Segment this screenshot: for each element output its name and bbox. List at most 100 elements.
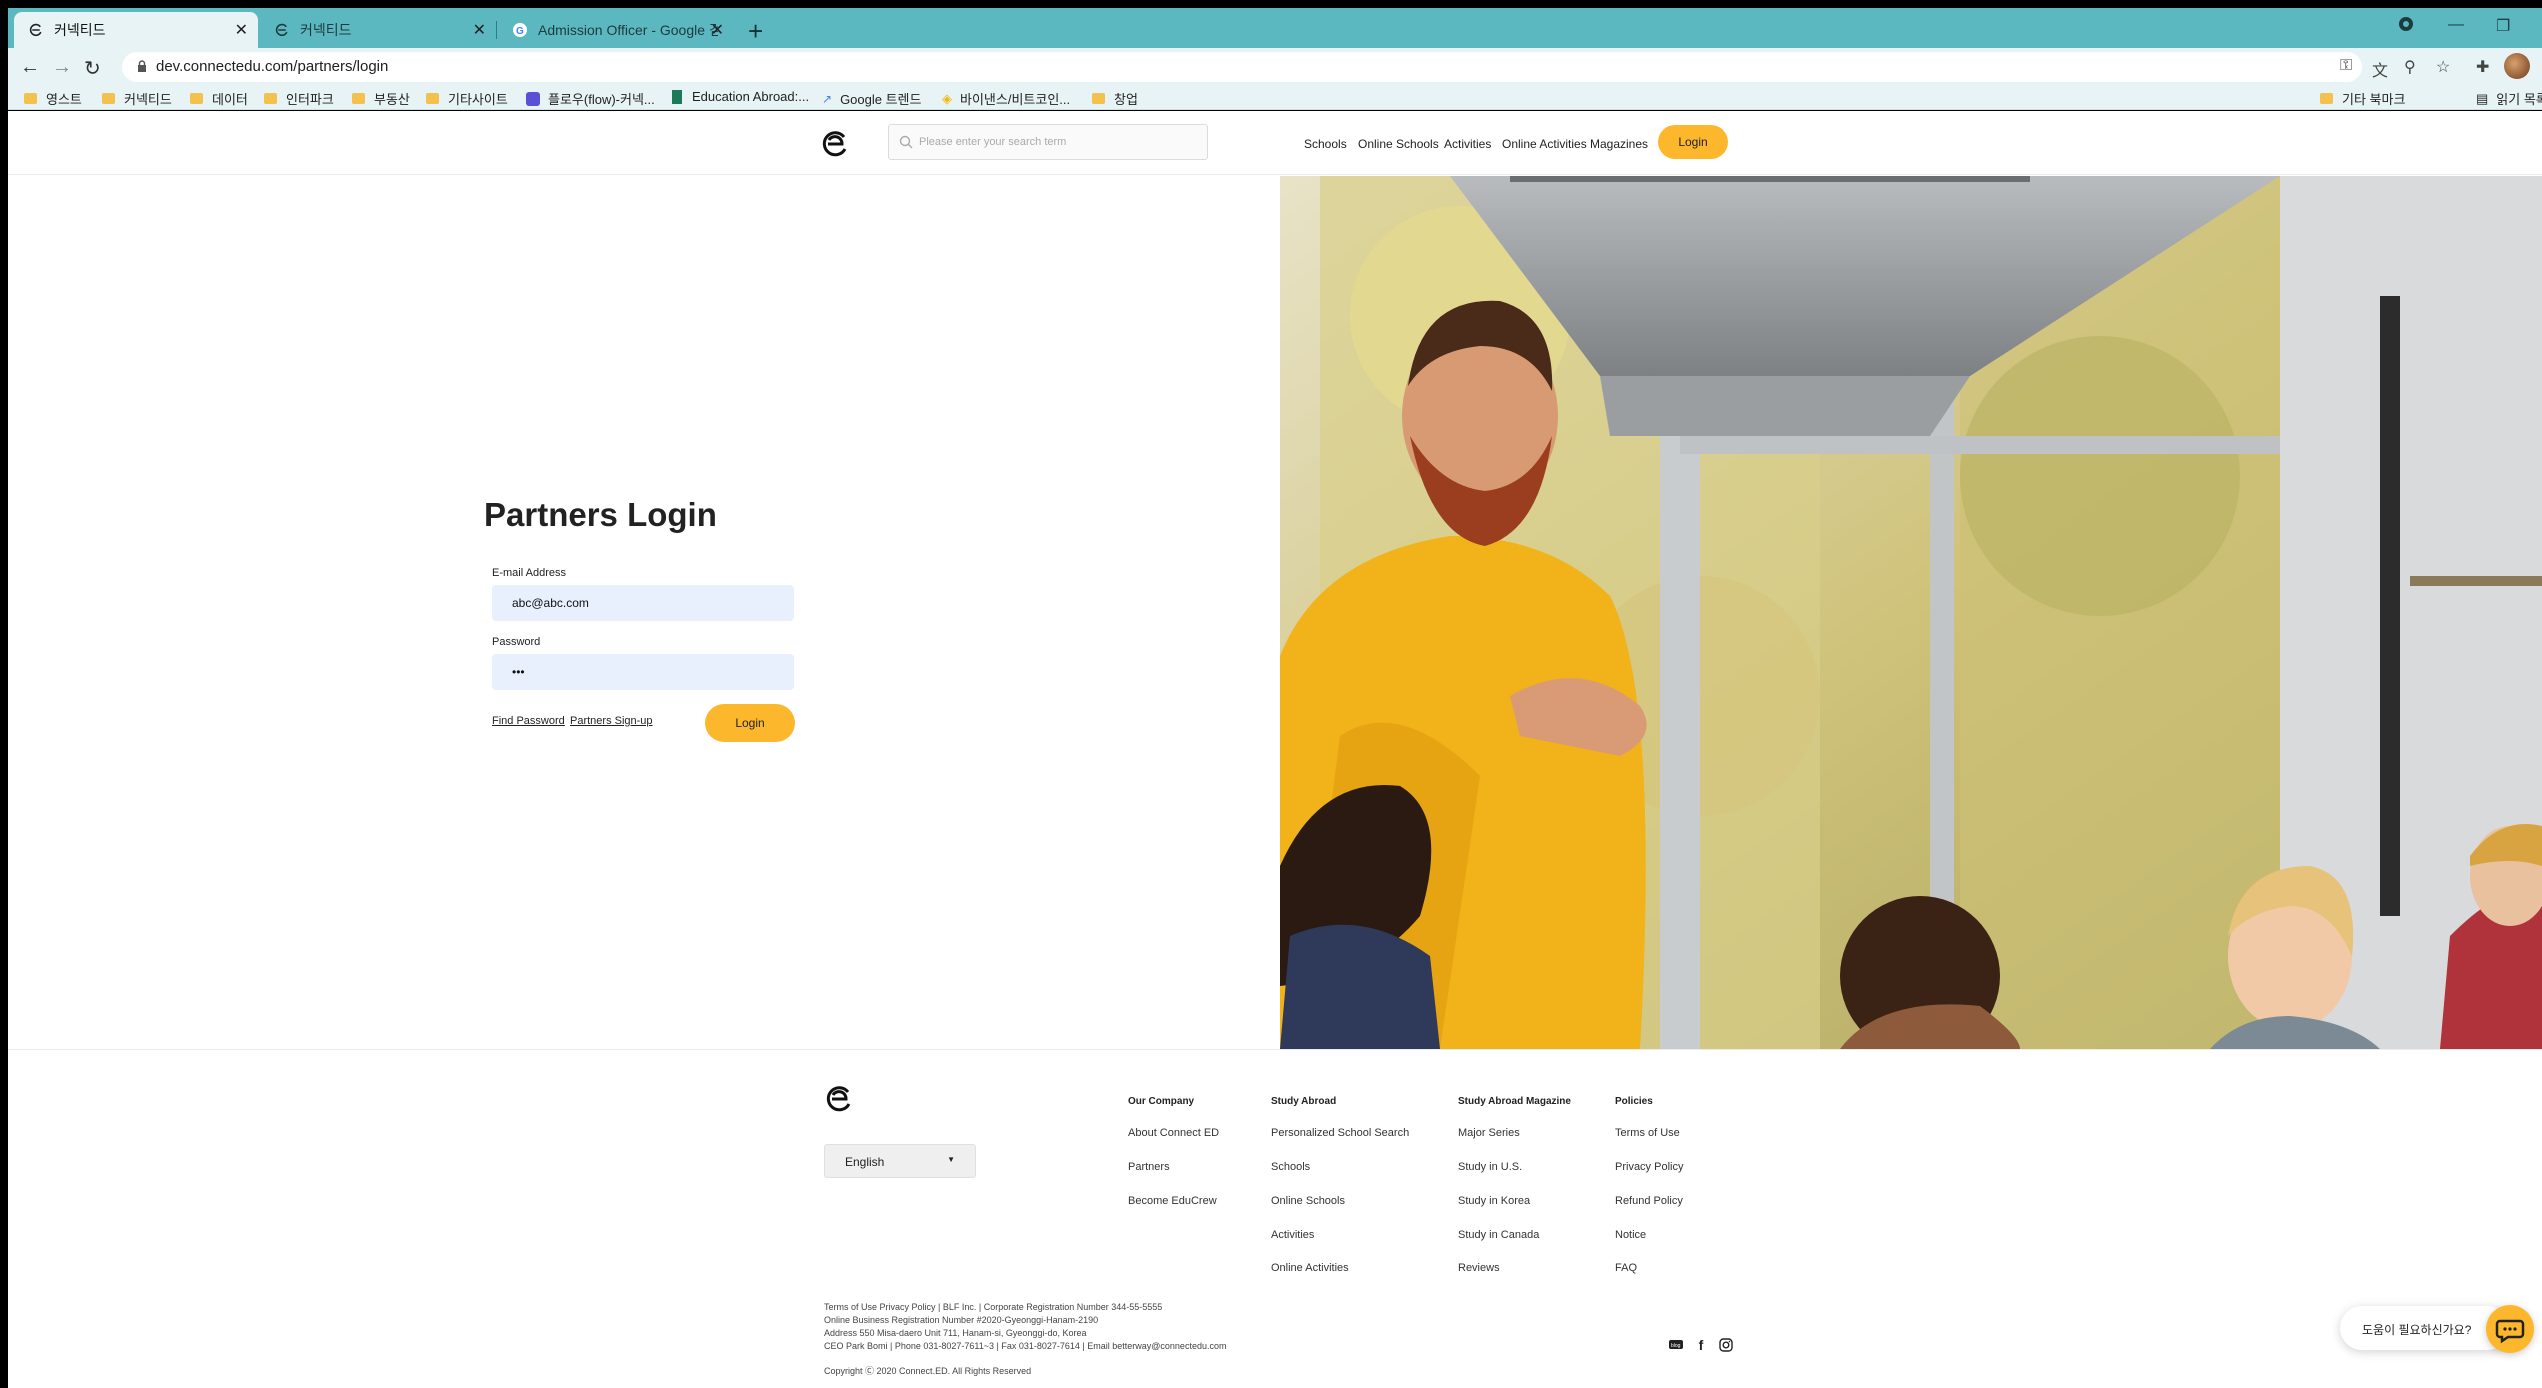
- footer-link[interactable]: Partners: [1128, 1161, 1170, 1173]
- bookmark-label: 부동산: [374, 92, 410, 107]
- zoom-icon[interactable]: ⚲: [2404, 57, 2416, 77]
- nav-online-activities[interactable]: Online Activities: [1502, 137, 1587, 151]
- footer-link[interactable]: Notice: [1615, 1229, 1646, 1241]
- footer-col-heading: Policies: [1615, 1096, 1653, 1107]
- email-label: E-mail Address: [492, 567, 566, 579]
- tab-separator: [496, 21, 497, 39]
- bookmarks-bar: 영스트 커넥티드 데이터 인터파크 부동산 기타사이트 플로우(flow)-커넥…: [8, 86, 2542, 110]
- bookmark-label: 데이터: [212, 92, 248, 107]
- footer-link[interactable]: Study in Canada: [1458, 1229, 1539, 1241]
- bookmark-item[interactable]: 데이터: [190, 89, 248, 108]
- extensions-puzzle-icon[interactable]: ✚: [2476, 57, 2489, 77]
- key-icon[interactable]: ⚿: [2340, 57, 2352, 75]
- facebook-icon[interactable]: f: [1693, 1337, 1709, 1353]
- reload-icon[interactable]: ↻: [84, 56, 101, 81]
- minimize-window-icon[interactable]: —: [2448, 16, 2464, 34]
- login-button[interactable]: Login: [705, 704, 795, 742]
- partners-signup-link[interactable]: Partners Sign-up: [570, 715, 653, 727]
- browser-tab[interactable]: 커넥티드 ✕: [14, 12, 258, 48]
- search-icon: [899, 135, 913, 149]
- nav-activities[interactable]: Activities: [1444, 137, 1491, 151]
- footer-link[interactable]: Schools: [1271, 1161, 1310, 1173]
- bookmark-item[interactable]: 기타사이트: [426, 89, 508, 108]
- footer-link[interactable]: Reviews: [1458, 1262, 1500, 1274]
- find-password-link[interactable]: Find Password: [492, 715, 565, 727]
- connected-favicon-icon: [28, 22, 44, 38]
- folder-icon: [426, 93, 439, 104]
- browser-toolbar: ← → ↻ dev.connectedu.com/partners/login …: [8, 48, 2542, 86]
- folder-icon: [1092, 93, 1105, 104]
- footer-link[interactable]: Online Schools: [1271, 1195, 1345, 1207]
- email-field[interactable]: [492, 585, 794, 621]
- footer-link[interactable]: FAQ: [1615, 1262, 1637, 1274]
- footer-link[interactable]: Study in U.S.: [1458, 1161, 1522, 1173]
- footer-link[interactable]: Activities: [1271, 1229, 1314, 1241]
- nav-schools[interactable]: Schools: [1304, 137, 1347, 151]
- browser-tab[interactable]: 커넥티드 ✕: [260, 12, 497, 48]
- bookmark-label: 읽기 목록: [2496, 92, 2542, 107]
- footer-link[interactable]: Become EduCrew: [1128, 1195, 1217, 1207]
- header-login-button[interactable]: Login: [1658, 125, 1728, 159]
- footer-link[interactable]: Study in Korea: [1458, 1195, 1530, 1207]
- bookmark-item[interactable]: 커넥티드: [102, 89, 172, 108]
- footer-link[interactable]: About Connect ED: [1128, 1127, 1219, 1139]
- reading-list[interactable]: ▤ 읽기 목록: [2476, 89, 2542, 108]
- close-tab-icon[interactable]: ✕: [711, 20, 724, 40]
- chat-icon[interactable]: [2486, 1305, 2534, 1353]
- footer-col-heading: Study Abroad: [1271, 1096, 1337, 1107]
- google-trends-icon: ↗: [822, 91, 833, 106]
- bookmark-item[interactable]: 기타 북마크: [2320, 89, 2405, 108]
- blog-icon[interactable]: blog: [1668, 1337, 1684, 1353]
- address-bar[interactable]: dev.connectedu.com/partners/login: [122, 52, 2362, 82]
- footer-link[interactable]: Refund Policy: [1615, 1195, 1683, 1207]
- language-select[interactable]: English ▼: [824, 1144, 976, 1178]
- bookmark-item[interactable]: 부동산: [352, 89, 410, 108]
- help-text: 도움이 필요하신가요?: [2362, 1323, 2472, 1337]
- profile-avatar[interactable]: [2504, 53, 2530, 79]
- forward-arrow-icon[interactable]: →: [52, 56, 72, 79]
- site-header: Please enter your search term Schools On…: [8, 111, 2542, 175]
- search-input[interactable]: Please enter your search term: [888, 124, 1208, 160]
- bookmark-item[interactable]: ◈ 바이낸스/비트코인...: [942, 89, 1070, 108]
- hero-photo: [1280, 176, 2542, 1049]
- lock-icon: [138, 60, 146, 72]
- nav-online-schools[interactable]: Online Schools: [1358, 137, 1439, 151]
- legal-line: Online Business Registration Number #202…: [824, 1315, 1099, 1325]
- classroom-photo: [1280, 176, 2542, 1049]
- education-abroad-icon: [672, 89, 682, 104]
- legal-line: Address 550 Misa-daero Unit 711, Hanam-s…: [824, 1328, 1087, 1338]
- footer-link[interactable]: Terms of Use: [1615, 1127, 1680, 1139]
- profile-sync-icon[interactable]: [2398, 16, 2414, 37]
- nav-magazines[interactable]: Magazines: [1590, 137, 1648, 151]
- translate-icon[interactable]: 文: [2372, 57, 2388, 81]
- instagram-icon[interactable]: [1718, 1337, 1734, 1353]
- folder-icon: [24, 93, 37, 104]
- bookmark-label: 플로우(flow)-커넥...: [548, 92, 655, 107]
- bookmark-item[interactable]: 창업: [1092, 89, 1138, 108]
- bookmark-item[interactable]: ↗ Google 트렌드: [822, 89, 921, 108]
- close-tab-icon[interactable]: ✕: [473, 20, 486, 40]
- bookmark-label: Education Abroad:...: [692, 89, 810, 104]
- flow-app-icon: [526, 91, 540, 106]
- tab-title: 커넥티드: [54, 22, 106, 38]
- help-chat-bubble[interactable]: 도움이 필요하신가요?: [2340, 1306, 2510, 1350]
- bookmark-star-icon[interactable]: ☆: [2436, 57, 2450, 77]
- browser-tab[interactable]: G Admission Officer - Google 검색 ✕: [498, 12, 734, 48]
- footer-link[interactable]: Personalized School Search: [1271, 1127, 1409, 1139]
- connected-logo-icon[interactable]: [820, 129, 850, 159]
- maximize-window-icon[interactable]: ❐: [2496, 16, 2510, 36]
- footer-link[interactable]: Major Series: [1458, 1127, 1520, 1139]
- close-tab-icon[interactable]: ✕: [235, 20, 248, 40]
- bookmark-item[interactable]: Education Abroad:...: [672, 89, 809, 104]
- url-text: dev.connectedu.com/partners/login: [156, 58, 389, 75]
- footer-link[interactable]: Online Activities: [1271, 1262, 1349, 1274]
- connected-logo-icon[interactable]: [824, 1084, 854, 1114]
- new-tab-button[interactable]: +: [748, 16, 763, 47]
- footer-link[interactable]: Privacy Policy: [1615, 1161, 1683, 1173]
- reading-list-icon: ▤: [2476, 90, 2489, 106]
- bookmark-item[interactable]: 플로우(flow)-커넥...: [526, 89, 655, 108]
- bookmark-item[interactable]: 인터파크: [264, 89, 334, 108]
- bookmark-item[interactable]: 영스트: [24, 89, 82, 108]
- password-field[interactable]: [492, 654, 794, 690]
- back-arrow-icon[interactable]: ←: [20, 56, 40, 79]
